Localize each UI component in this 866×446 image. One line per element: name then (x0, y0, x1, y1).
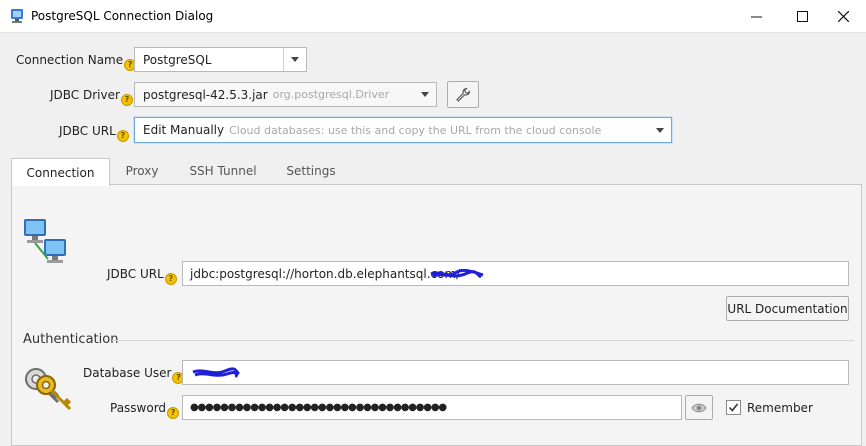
jdbc-driver-display: postgresql-42.5.3.jar org.postgresql.Dri… (143, 83, 389, 106)
tab-ssh-tunnel[interactable]: SSH Tunnel (180, 158, 266, 184)
jdbc-driver-label: JDBC Driver? (50, 88, 133, 106)
password-label: Password? (110, 401, 180, 419)
redaction-scribble (430, 268, 484, 279)
password-value: ●●●●●●●●●●●●●●●●●●●●●●●●●●●●●●●●●● (190, 402, 447, 413)
jdbc-url-mode-label: JDBC URL? (59, 124, 129, 142)
close-icon (837, 10, 849, 22)
maximize-icon (796, 10, 808, 22)
jdbc-driver-value: postgresql-42.5.3.jar (143, 87, 268, 102)
jdbc-url-mode-display: Edit Manually Cloud databases: use this … (143, 118, 601, 142)
jdbc-url-text: JDBC URL (107, 267, 164, 281)
dropdown-button[interactable] (649, 118, 671, 142)
help-icon[interactable]: ? (120, 94, 133, 106)
jdbc-url-mode-combo[interactable]: Edit Manually Cloud databases: use this … (134, 117, 672, 143)
chevron-down-icon (656, 127, 664, 133)
divider (112, 340, 854, 341)
title-bar: PostgreSQL Connection Dialog (0, 0, 866, 33)
remember-checkbox[interactable] (726, 400, 741, 415)
minimize-button[interactable] (733, 0, 779, 32)
jdbc-url-mode-text: JDBC URL (59, 124, 116, 138)
password-input[interactable]: ●●●●●●●●●●●●●●●●●●●●●●●●●●●●●●●●●● (182, 395, 682, 420)
jdbc-driver-class: org.postgresql.Driver (272, 88, 390, 101)
url-documentation-button[interactable]: URL Documentation (726, 296, 849, 321)
remember-label: Remember (747, 401, 813, 415)
network-computers-icon (24, 219, 66, 263)
connection-name-text: Connection Name (16, 53, 124, 67)
help-icon[interactable]: ? (116, 130, 129, 142)
wrench-icon (456, 87, 471, 102)
jdbc-url-value: jdbc:postgresql://horton.db.elephantsql.… (190, 266, 461, 281)
dropdown-button[interactable] (414, 83, 436, 106)
help-icon[interactable]: ? (164, 273, 177, 285)
tab-proxy[interactable]: Proxy (112, 158, 172, 184)
app-icon (11, 9, 23, 23)
chevron-down-icon (421, 92, 429, 97)
close-button[interactable] (820, 0, 866, 32)
maximize-button[interactable] (779, 0, 825, 32)
help-icon[interactable]: ? (167, 407, 180, 419)
show-password-button[interactable] (685, 395, 713, 420)
chevron-down-icon (291, 57, 299, 62)
checkmark-icon (728, 403, 739, 412)
database-user-text: Database User (83, 366, 172, 380)
connection-name-label: Connection Name? (16, 53, 137, 71)
tab-connection[interactable]: Connection (11, 158, 110, 186)
jdbc-url-mode-value: Edit Manually (143, 123, 225, 137)
tab-settings[interactable]: Settings (276, 158, 346, 184)
jdbc-url-mode-hint: Cloud databases: use this and copy the U… (229, 123, 602, 137)
database-user-input[interactable] (182, 360, 849, 385)
connection-name-combo[interactable]: PostgreSQL (134, 47, 307, 72)
jdbc-url-input[interactable]: jdbc:postgresql://horton.db.elephantsql.… (182, 261, 849, 286)
keys-icon (25, 368, 72, 411)
authentication-heading: Authentication (23, 332, 119, 347)
jdbc-driver-text: JDBC Driver (50, 88, 120, 102)
password-text: Password (110, 401, 167, 415)
jdbc-url-label: JDBC URL? (107, 267, 177, 285)
window-title: PostgreSQL Connection Dialog (31, 9, 214, 23)
database-user-label: Database User? (83, 366, 185, 384)
jdbc-driver-combo[interactable]: postgresql-42.5.3.jar org.postgresql.Dri… (134, 82, 437, 107)
minimize-icon (750, 16, 762, 17)
redaction-scribble (192, 367, 241, 379)
dropdown-button[interactable] (283, 48, 306, 71)
connection-name-value: PostgreSQL (143, 52, 212, 67)
driver-settings-button[interactable] (447, 81, 479, 108)
eye-icon (691, 403, 707, 412)
